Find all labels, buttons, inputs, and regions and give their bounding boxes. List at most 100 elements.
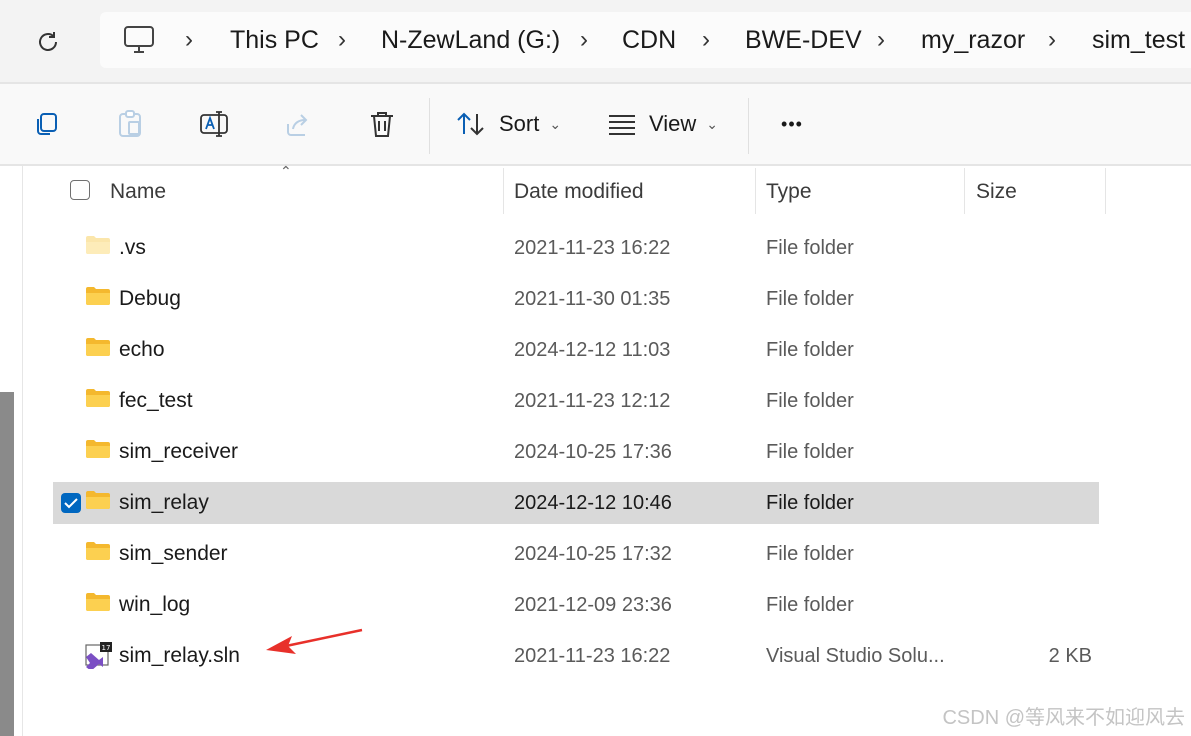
file-type: File folder [766, 339, 854, 361]
file-name: echo [119, 338, 165, 361]
chevron-down-icon: ⌄ [549, 115, 562, 132]
chevron-right-icon[interactable]: › [185, 12, 193, 68]
folder-icon [86, 491, 110, 509]
file-row[interactable]: Debug 2021-11-30 01:35 File folder [53, 278, 1099, 320]
chevron-right-icon[interactable]: › [580, 12, 588, 68]
view-label: View [649, 111, 697, 136]
file-size [1013, 329, 1092, 371]
toolbar-divider [429, 98, 430, 154]
folder-icon [86, 440, 110, 458]
select-all-checkbox[interactable] [70, 180, 90, 200]
refresh-icon [39, 32, 57, 51]
file-size [1013, 584, 1092, 626]
file-type: File folder [766, 237, 854, 259]
file-name: .vs [119, 236, 146, 259]
file-row[interactable]: sim_receiver 2024-10-25 17:36 File folde… [53, 431, 1099, 473]
folder-icon [86, 287, 110, 305]
watermark: CSDN @等风来不如迎风去 [942, 707, 1185, 729]
file-name: win_log [119, 593, 191, 616]
chevron-right-icon[interactable]: › [877, 12, 885, 68]
file-row[interactable]: win_log 2021-12-09 23:36 File folder [53, 584, 1099, 626]
file-type: File folder [766, 492, 854, 514]
file-size [1013, 482, 1092, 524]
view-button[interactable]: View ⌄ [607, 104, 727, 144]
column-divider[interactable] [503, 168, 504, 214]
file-date: 2021-11-23 12:12 [514, 390, 671, 412]
file-row[interactable]: sim_sender 2024-10-25 17:32 File folder [53, 533, 1099, 575]
breadcrumb-bwe-dev[interactable]: BWE-DEV [745, 12, 862, 68]
folder-icon [86, 338, 110, 356]
rename-icon [200, 111, 228, 137]
sort-button[interactable]: Sort ⌄ [455, 104, 565, 144]
trash-icon [371, 112, 393, 137]
file-row[interactable]: .vs 2021-11-23 16:22 File folder [53, 227, 1099, 269]
file-name: sim_relay.sln [119, 644, 240, 667]
file-size: 2 KB [1048, 645, 1092, 667]
address-box[interactable]: › This PC › N-ZewLand (G:) › CDN › BWE-D… [100, 12, 1191, 68]
file-date: 2024-10-25 17:32 [514, 543, 672, 565]
breadcrumb-drive[interactable]: N-ZewLand (G:) [381, 12, 560, 68]
file-type: File folder [766, 543, 854, 565]
file-row[interactable]: fec_test 2021-11-23 12:12 File folder [53, 380, 1099, 422]
more-options-button[interactable]: ••• [772, 104, 812, 144]
paste-icon [119, 110, 141, 137]
refresh-button[interactable] [28, 22, 68, 62]
breadcrumb-this-pc[interactable]: This PC [230, 12, 319, 68]
share-button[interactable] [278, 104, 318, 144]
folder-icon [86, 236, 110, 254]
file-size [1013, 533, 1092, 575]
file-date: 2021-11-23 16:22 [514, 237, 671, 259]
folder-icon [86, 389, 110, 407]
chevron-down-icon: ⌄ [706, 115, 719, 132]
toolbar-divider [748, 98, 749, 154]
chevron-right-icon[interactable]: › [702, 12, 710, 68]
file-size [1013, 227, 1092, 269]
file-date: 2024-10-25 17:36 [514, 441, 672, 463]
column-header-name[interactable]: Name [110, 166, 166, 218]
navigation-scrollbar[interactable] [0, 392, 14, 736]
file-name: fec_test [119, 389, 193, 412]
annotation-arrow-icon [266, 628, 363, 654]
file-name: sim_receiver [119, 440, 239, 463]
file-row[interactable]: 17 sim_relay.sln 2021-11-23 16:22 Visual… [53, 635, 1099, 677]
copy-button[interactable] [26, 104, 66, 144]
address-bar-row: › This PC › N-ZewLand (G:) › CDN › BWE-D… [0, 0, 1191, 82]
breadcrumb-cdn[interactable]: CDN [622, 12, 676, 68]
chevron-right-icon[interactable]: › [338, 12, 346, 68]
file-type: File folder [766, 288, 854, 310]
folder-icon [86, 593, 110, 611]
sort-label: Sort [499, 111, 540, 136]
checkmark-icon [64, 498, 78, 509]
column-header-date[interactable]: Date modified [514, 166, 644, 218]
file-date: 2021-11-30 01:35 [514, 288, 671, 310]
column-divider[interactable] [964, 168, 965, 214]
row-checkbox-checked[interactable] [61, 493, 81, 513]
column-header-type[interactable]: Type [766, 166, 812, 218]
column-divider[interactable] [755, 168, 756, 214]
chevron-right-icon[interactable]: › [1048, 12, 1056, 68]
file-name: sim_relay [119, 491, 209, 514]
paste-button[interactable] [110, 104, 150, 144]
this-pc-icon[interactable] [122, 24, 156, 56]
copy-icon [37, 113, 57, 135]
vs-version-badge: 17 [102, 644, 111, 652]
breadcrumb-my-razor[interactable]: my_razor [921, 12, 1025, 68]
file-size [1013, 380, 1092, 422]
file-size [1013, 278, 1092, 320]
sort-icon [457, 112, 484, 136]
file-size [1013, 431, 1092, 473]
column-header-size[interactable]: Size [976, 166, 1017, 218]
file-name: Debug [119, 287, 181, 310]
file-row-selected[interactable]: sim_relay 2024-12-12 10:46 File folder [53, 482, 1099, 524]
file-date: 2024-12-12 11:03 [514, 339, 671, 361]
file-date: 2024-12-12 10:46 [514, 492, 672, 514]
visual-studio-solution-icon: 17 [85, 642, 112, 669]
rename-button[interactable] [194, 104, 234, 144]
column-divider[interactable] [1105, 168, 1106, 214]
file-row[interactable]: echo 2024-12-12 11:03 File folder [53, 329, 1099, 371]
delete-button[interactable] [362, 104, 402, 144]
file-name: sim_sender [119, 542, 228, 565]
file-type: File folder [766, 441, 854, 463]
file-date: 2021-11-23 16:22 [514, 645, 671, 667]
breadcrumb-sim-test[interactable]: sim_test [1092, 12, 1185, 68]
